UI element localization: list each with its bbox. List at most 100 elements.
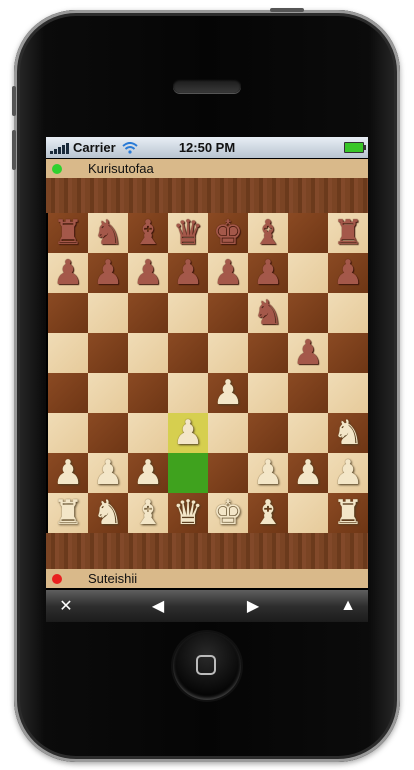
white-queen-piece[interactable]: ♛ [168,493,208,533]
board-square[interactable]: ♞ [88,493,128,533]
board-square[interactable] [288,373,328,413]
board-square[interactable] [328,293,368,333]
board-square[interactable]: ♜ [48,493,88,533]
board-square[interactable] [288,413,328,453]
board-square[interactable]: ♞ [328,413,368,453]
white-rook-piece[interactable]: ♜ [328,493,368,533]
board-square[interactable]: ♞ [88,213,128,253]
board-square[interactable]: ♟ [248,253,288,293]
board-square[interactable]: ♟ [88,453,128,493]
board-square[interactable]: ♝ [128,493,168,533]
board-square[interactable] [128,413,168,453]
white-pawn-piece[interactable]: ♟ [88,453,128,493]
black-pawn-piece[interactable]: ♟ [168,253,208,293]
white-pawn-piece[interactable]: ♟ [248,453,288,493]
black-pawn-piece[interactable]: ♟ [288,333,328,373]
board-square[interactable]: ♝ [248,493,288,533]
board-square[interactable]: ♜ [328,213,368,253]
board-square[interactable]: ♟ [48,453,88,493]
board-square[interactable] [48,293,88,333]
white-pawn-piece[interactable]: ♟ [168,413,208,453]
board-square[interactable]: ♟ [168,413,208,453]
board-square[interactable]: ♜ [48,213,88,253]
black-queen-piece[interactable]: ♛ [168,213,208,253]
board-square[interactable] [88,413,128,453]
board-square[interactable] [288,293,328,333]
white-rook-piece[interactable]: ♜ [48,493,88,533]
black-bishop-piece[interactable]: ♝ [128,213,168,253]
close-button[interactable]: ✕ [46,590,86,622]
board-square[interactable] [168,373,208,413]
board-square[interactable] [88,333,128,373]
white-king-piece[interactable]: ♚ [208,493,248,533]
black-pawn-piece[interactable]: ♟ [208,253,248,293]
board-square[interactable] [88,373,128,413]
board-square[interactable]: ♟ [208,253,248,293]
board-square[interactable]: ♟ [288,453,328,493]
board-square[interactable]: ♞ [248,293,288,333]
board-square[interactable]: ♟ [48,253,88,293]
white-pawn-piece[interactable]: ♟ [328,453,368,493]
board-square[interactable]: ♝ [128,213,168,253]
black-knight-piece[interactable]: ♞ [248,293,288,333]
board-square[interactable]: ♚ [208,213,248,253]
board-square[interactable] [288,253,328,293]
white-pawn-piece[interactable]: ♟ [48,453,88,493]
white-bishop-piece[interactable]: ♝ [248,493,288,533]
black-rook-piece[interactable]: ♜ [48,213,88,253]
board-square[interactable] [128,333,168,373]
white-knight-piece[interactable]: ♞ [88,493,128,533]
white-pawn-piece[interactable]: ♟ [208,373,248,413]
white-knight-piece[interactable]: ♞ [328,413,368,453]
board-square[interactable]: ♛ [168,493,208,533]
board-square[interactable] [248,413,288,453]
board-square[interactable] [208,413,248,453]
board-square[interactable]: ♟ [328,253,368,293]
board-square[interactable] [208,333,248,373]
board-square[interactable]: ♟ [128,453,168,493]
board-square[interactable] [48,333,88,373]
chess-board[interactable]: ♜ ♞ ♝ ♛ ♚ ♝ ♜ ♟ ♟ ♟ ♟ ♟ ♟ ♟ ♞ ♟ ♟ ♟ ♞ ♟ ♟ ♟ ♟ ♟ ♟ ♜ ♞ ♝ ♛ ♚ ♝ ♜ [48,213,368,533]
board-square[interactable] [208,293,248,333]
black-pawn-piece[interactable]: ♟ [328,253,368,293]
board-square[interactable]: ♟ [168,253,208,293]
board-square[interactable]: ♝ [248,213,288,253]
board-square[interactable] [88,293,128,333]
board-square[interactable]: ♛ [168,213,208,253]
board-square[interactable]: ♜ [328,493,368,533]
black-pawn-piece[interactable]: ♟ [248,253,288,293]
board-square[interactable] [168,453,208,493]
white-pawn-piece[interactable]: ♟ [128,453,168,493]
forward-button[interactable]: ▶ [233,590,273,622]
board-square[interactable]: ♟ [128,253,168,293]
black-king-piece[interactable]: ♚ [208,213,248,253]
board-square[interactable] [328,373,368,413]
board-square[interactable] [48,413,88,453]
board-square[interactable]: ♟ [288,333,328,373]
board-square[interactable] [168,293,208,333]
black-rook-piece[interactable]: ♜ [328,213,368,253]
board-square[interactable]: ♚ [208,493,248,533]
board-square[interactable] [128,373,168,413]
board-square[interactable] [288,493,328,533]
board-square[interactable] [208,453,248,493]
black-bishop-piece[interactable]: ♝ [248,213,288,253]
board-square[interactable]: ♟ [208,373,248,413]
board-square[interactable] [48,373,88,413]
black-knight-piece[interactable]: ♞ [88,213,128,253]
board-square[interactable] [128,293,168,333]
back-button[interactable]: ◀ [138,590,178,622]
board-square[interactable]: ♟ [328,453,368,493]
black-pawn-piece[interactable]: ♟ [128,253,168,293]
board-square[interactable] [328,333,368,373]
board-square[interactable]: ♟ [248,453,288,493]
menu-up-button[interactable]: ▲ [328,590,368,622]
black-pawn-piece[interactable]: ♟ [88,253,128,293]
board-square[interactable] [248,333,288,373]
white-pawn-piece[interactable]: ♟ [288,453,328,493]
black-pawn-piece[interactable]: ♟ [48,253,88,293]
board-square[interactable] [168,333,208,373]
white-bishop-piece[interactable]: ♝ [128,493,168,533]
board-square[interactable]: ♟ [88,253,128,293]
board-square[interactable] [288,213,328,253]
